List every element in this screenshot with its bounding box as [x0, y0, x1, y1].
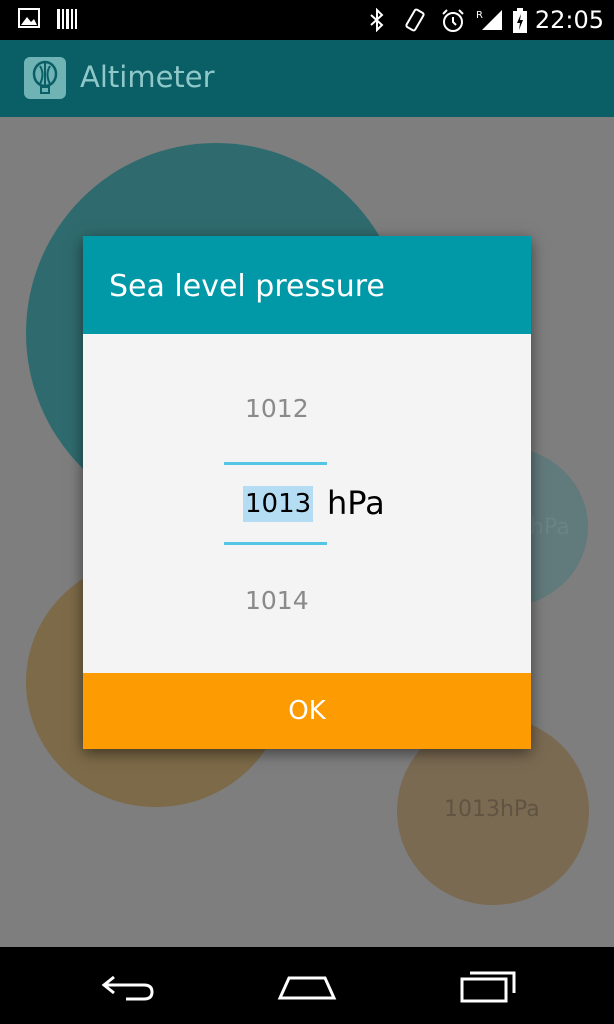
app-title: Altimeter: [80, 60, 215, 94]
app-bar: Altimeter: [0, 40, 614, 117]
picker-divider-top: [224, 462, 327, 465]
dialog-header: Sea level pressure: [83, 236, 531, 334]
vibrate-icon: [402, 8, 428, 36]
navigation-bar: [0, 947, 614, 1024]
gallery-icon: [18, 8, 40, 32]
back-icon[interactable]: [88, 959, 168, 1013]
ok-button-label: OK: [288, 696, 326, 726]
barcode-icon: [56, 8, 78, 34]
sea-level-pressure-dialog: Sea level pressure 1012 1013 hPa 1014 OK: [83, 236, 531, 749]
pressure-number-picker[interactable]: 1012 1013 hPa 1014: [83, 334, 531, 673]
balloon-icon: [24, 57, 66, 99]
home-icon[interactable]: [267, 959, 347, 1013]
picker-divider-bottom: [224, 542, 327, 545]
bluetooth-icon: [368, 7, 386, 36]
ok-button[interactable]: OK: [83, 673, 531, 749]
picker-current-value[interactable]: 1013: [243, 486, 314, 522]
picker-previous-value[interactable]: 1012: [245, 394, 309, 423]
picker-next-value[interactable]: 1014: [245, 586, 309, 615]
status-bar: R 22:05: [0, 0, 614, 40]
signal-icon: R: [476, 8, 504, 36]
dialog-title: Sea level pressure: [109, 269, 385, 304]
brown-bubble-label: 1013hPa: [444, 797, 540, 822]
recents-icon[interactable]: [448, 959, 528, 1013]
alarm-icon: [440, 8, 466, 38]
status-time: 22:05: [534, 6, 604, 34]
teal-bubble-label: hPa: [530, 515, 570, 540]
battery-charging-icon: [512, 8, 528, 38]
svg-text:R: R: [476, 10, 483, 21]
picker-unit-label: hPa: [327, 484, 385, 522]
